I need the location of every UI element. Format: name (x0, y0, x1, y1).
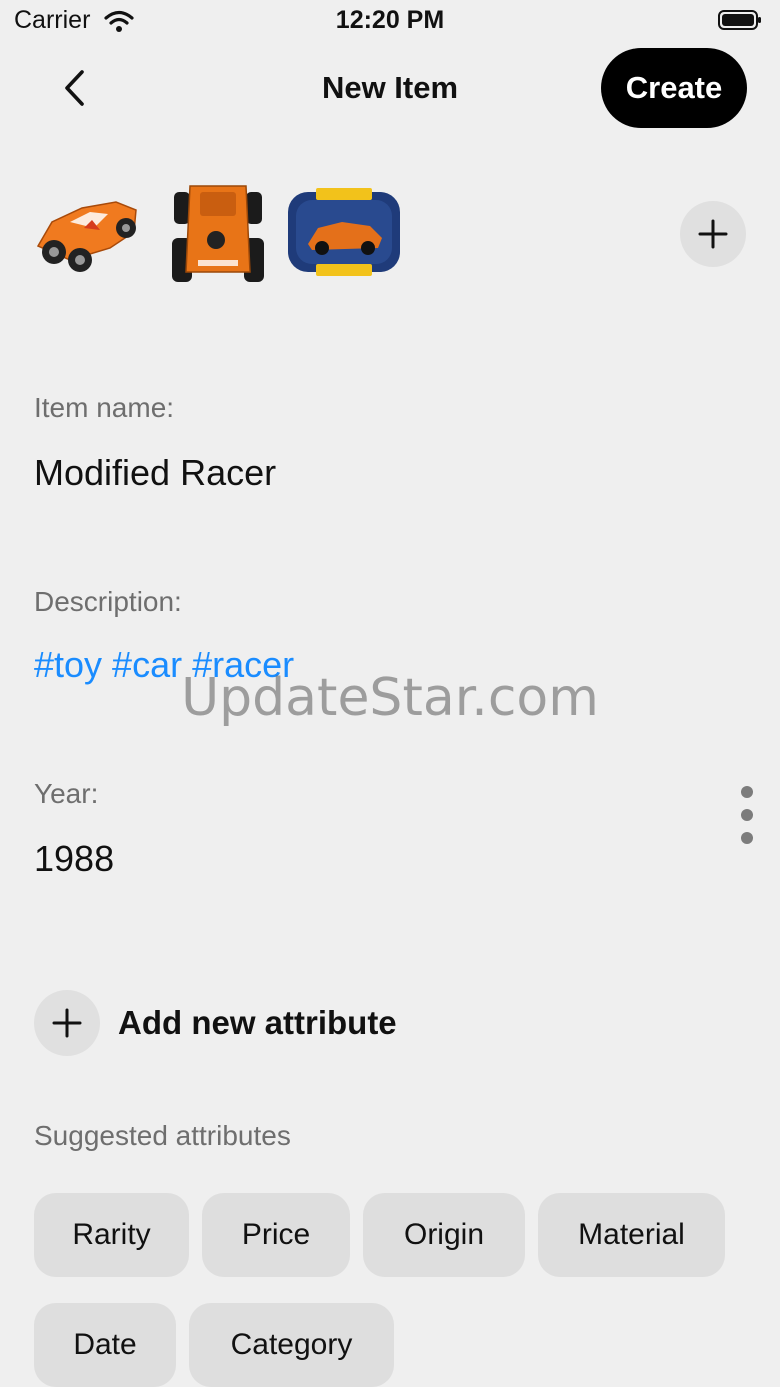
chip-category[interactable]: Category (189, 1303, 394, 1387)
add-attribute-button[interactable]: Add new attribute (34, 990, 397, 1056)
suggested-attributes-label: Suggested attributes (34, 1120, 291, 1151)
item-photo-1[interactable] (30, 188, 142, 278)
status-bar: Carrier 12:20 PM (0, 0, 780, 44)
navigation-bar: New Item Create (0, 44, 780, 134)
item-name-label: Item name: (34, 392, 175, 423)
add-attribute-circle (34, 990, 100, 1056)
battery-icon (718, 10, 761, 30)
more-dot-icon (741, 832, 753, 844)
add-attribute-label: Add new attribute (118, 1004, 397, 1041)
year-more-button[interactable] (730, 786, 764, 844)
description-input[interactable]: #toy #car #racer (34, 644, 294, 686)
photo-strip (0, 168, 780, 298)
create-button[interactable]: Create (601, 48, 747, 128)
plus-icon (698, 219, 728, 249)
year-label: Year: (34, 778, 99, 809)
status-time: 12:20 PM (335, 6, 445, 34)
item-name-input[interactable]: Modified Racer (34, 452, 276, 494)
chip-origin[interactable]: Origin (363, 1193, 525, 1277)
more-dot-icon (741, 809, 753, 821)
chip-material[interactable]: Material (538, 1193, 725, 1277)
plus-icon (52, 1008, 82, 1038)
item-photo-3[interactable] (286, 184, 402, 280)
description-label: Description: (34, 586, 182, 617)
chip-date[interactable]: Date (34, 1303, 176, 1387)
add-photo-button[interactable] (680, 201, 746, 267)
year-input[interactable]: 1988 (34, 838, 114, 880)
chip-price[interactable]: Price (202, 1193, 350, 1277)
more-dot-icon (741, 786, 753, 798)
chip-rarity[interactable]: Rarity (34, 1193, 189, 1277)
item-photo-2[interactable] (168, 176, 268, 288)
